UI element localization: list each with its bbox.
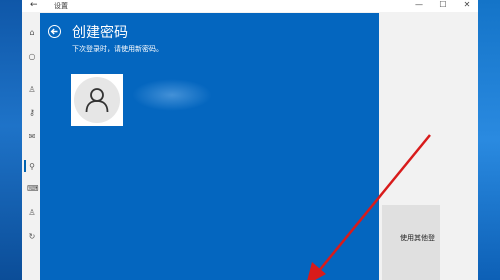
annotation-arrow	[307, 134, 431, 280]
